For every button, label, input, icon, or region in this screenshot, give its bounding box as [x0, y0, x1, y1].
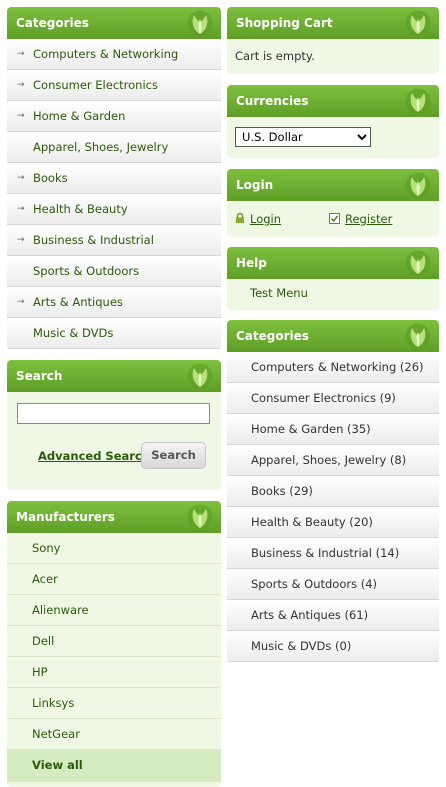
login-row: Login Register	[227, 201, 439, 233]
category-item[interactable]: → Books	[7, 163, 221, 194]
advanced-search-link[interactable]: Advanced Search	[38, 449, 150, 463]
category-label: Business & Industrial	[33, 233, 154, 247]
categories-box: Categories → Computers & Networking → Consu…	[7, 7, 221, 350]
category-label: Arts & Antiques	[33, 295, 123, 309]
category-count-item[interactable]: Business & Industrial (14)	[227, 538, 439, 569]
manufacturer-item[interactable]: Alienware	[7, 595, 221, 626]
category-item[interactable]: → Home & Garden	[7, 101, 221, 132]
category-item[interactable]: → Business & Industrial	[7, 225, 221, 256]
category-item[interactable]: Apparel, Shoes, Jewelry	[7, 132, 221, 163]
category-label: Sports & Outdoors	[33, 264, 140, 278]
currencies-header: Currencies	[227, 85, 439, 117]
arrow-right-icon: →	[17, 111, 25, 121]
manufacturers-header: Manufacturers	[7, 501, 221, 533]
arrow-right-icon: →	[17, 80, 25, 90]
search-input[interactable]	[17, 403, 210, 424]
checkbox-icon	[329, 213, 340, 224]
category-count-item[interactable]: Home & Garden (35)	[227, 414, 439, 445]
login-box: Login Login Register	[227, 169, 439, 237]
category-item[interactable]: → Consumer Electronics	[7, 70, 221, 101]
category-count-item[interactable]: Apparel, Shoes, Jewelry (8)	[227, 445, 439, 476]
category-count-item[interactable]: Sports & Outdoors (4)	[227, 569, 439, 600]
leaf-icon	[403, 323, 433, 349]
login-title: Login	[236, 178, 274, 192]
manufacturer-item[interactable]: NetGear	[7, 719, 221, 750]
currencies-box: Currencies U.S. Dollar	[227, 85, 439, 158]
leaf-icon	[185, 10, 215, 36]
leaf-icon	[403, 172, 433, 198]
category-label: Health & Beauty	[33, 202, 128, 216]
cart-title: Shopping Cart	[236, 16, 333, 30]
register-link[interactable]: Register	[345, 212, 392, 226]
categories-title: Categories	[16, 16, 89, 30]
arrow-right-icon: →	[17, 235, 25, 245]
category-item[interactable]: Music & DVDs	[7, 318, 221, 349]
manufacturer-item[interactable]: Acer	[7, 564, 221, 595]
currencies-title: Currencies	[236, 94, 309, 108]
cart-status: Cart is empty.	[235, 49, 315, 63]
right-categories-header: Categories	[227, 320, 439, 352]
category-item[interactable]: → Arts & Antiques	[7, 287, 221, 318]
category-label: Home & Garden	[33, 109, 126, 123]
arrow-right-icon: →	[17, 204, 25, 214]
categories-header: Categories	[7, 7, 221, 39]
category-label: Computers & Networking	[33, 47, 179, 61]
category-count-item[interactable]: Health & Beauty (20)	[227, 507, 439, 538]
arrow-right-icon: →	[17, 49, 25, 59]
lock-icon	[236, 213, 244, 223]
search-button[interactable]: Search	[141, 442, 206, 469]
leaf-icon	[403, 250, 433, 276]
search-title: Search	[16, 369, 63, 383]
manufacturer-list: Sony Acer Alienware Dell HP Linksys NetGear Vie…	[7, 533, 221, 782]
manufacturer-item[interactable]: Sony	[7, 533, 221, 564]
cart-header: Shopping Cart	[227, 7, 439, 39]
right-categories-box: Categories Computers & Networking (26) Co…	[227, 320, 439, 663]
help-header: Help	[227, 247, 439, 279]
category-count-list: Computers & Networking (26) Consumer Elec…	[227, 352, 439, 662]
manufacturer-item[interactable]: Dell	[7, 626, 221, 657]
manufacturers-box: Manufacturers Sony Acer Alienware Dell HP Lin…	[7, 501, 221, 787]
leaf-icon	[403, 88, 433, 114]
manufacturers-title: Manufacturers	[16, 510, 115, 524]
login-link[interactable]: Login	[250, 212, 281, 226]
category-count-item[interactable]: Consumer Electronics (9)	[227, 383, 439, 414]
category-label: Books	[33, 171, 68, 185]
category-count-item[interactable]: Books (29)	[227, 476, 439, 507]
view-all-link[interactable]: View all	[7, 750, 221, 782]
cart-box: Shopping Cart Cart is empty.	[227, 7, 439, 74]
help-box: Help Test Menu	[227, 247, 439, 310]
category-item[interactable]: → Health & Beauty	[7, 194, 221, 225]
right-categories-title: Categories	[236, 329, 309, 343]
category-count-item[interactable]: Arts & Antiques (61)	[227, 600, 439, 631]
category-label: Apparel, Shoes, Jewelry	[33, 140, 169, 154]
leaf-icon	[403, 10, 433, 36]
leaf-icon	[185, 504, 215, 530]
category-list: → Computers & Networking → Consumer Electro…	[7, 39, 221, 349]
category-count-item[interactable]: Computers & Networking (26)	[227, 352, 439, 383]
arrow-right-icon: →	[17, 173, 25, 183]
category-count-item[interactable]: Music & DVDs (0)	[227, 631, 439, 662]
currency-select[interactable]: U.S. Dollar	[235, 127, 371, 147]
search-box: Search Advanced Search Search	[7, 360, 221, 490]
category-item[interactable]: Sports & Outdoors	[7, 256, 221, 287]
help-test-menu-link[interactable]: Test Menu	[227, 279, 439, 300]
leaf-icon	[185, 363, 215, 389]
manufacturer-item[interactable]: Linksys	[7, 688, 221, 719]
manufacturer-item[interactable]: HP	[7, 657, 221, 688]
category-item[interactable]: → Computers & Networking	[7, 39, 221, 70]
login-header: Login	[227, 169, 439, 201]
category-label: Consumer Electronics	[33, 78, 158, 92]
category-label: Music & DVDs	[33, 326, 114, 340]
search-header: Search	[7, 360, 221, 392]
arrow-right-icon: →	[17, 297, 25, 307]
help-title: Help	[236, 256, 267, 270]
